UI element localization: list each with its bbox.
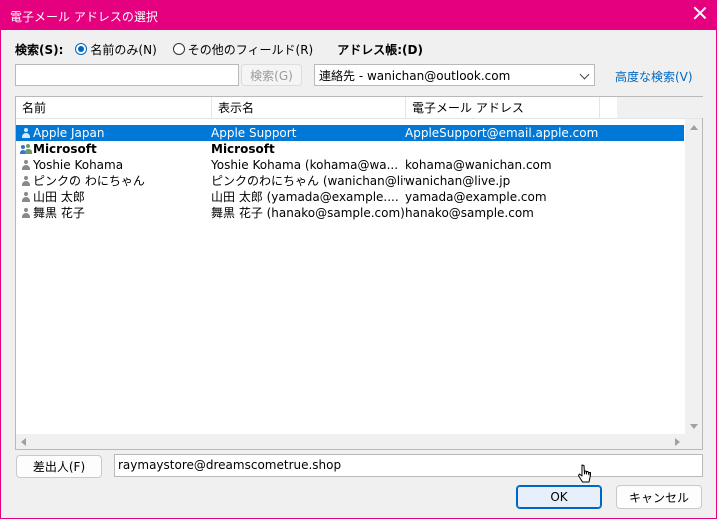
- table-row[interactable]: Apple Japan Apple Support AppleSupport@e…: [16, 125, 684, 141]
- cell-name: 山田 太郎: [33, 190, 85, 204]
- cell-name: ピンクの わにちゃん: [33, 174, 145, 188]
- from-field[interactable]: raymaystore@dreamscometrue.shop: [114, 454, 703, 477]
- scrollbar-corner: [685, 434, 702, 449]
- person-icon: [21, 160, 31, 170]
- scroll-down-icon[interactable]: [690, 424, 698, 429]
- list-rows: Apple Japan Apple Support AppleSupport@e…: [16, 125, 684, 221]
- list-header: 名前 表示名 電子メール アドレス: [16, 97, 703, 119]
- vertical-scrollbar[interactable]: [685, 119, 702, 435]
- group-icon: [20, 144, 32, 154]
- table-row[interactable]: 舞黒 花子 舞黒 花子 (hanako@sample.com) hanako@s…: [16, 205, 684, 221]
- column-header-display[interactable]: 表示名: [212, 97, 406, 119]
- cell-email: AppleSupport@email.apple.com: [405, 126, 599, 140]
- table-row[interactable]: Microsoft Microsoft: [16, 141, 684, 157]
- cell-display: Apple Support: [211, 126, 297, 140]
- cell-display: Yoshie Kohama (kohama@wa...: [211, 158, 399, 172]
- cell-email: wanichan@live.jp: [405, 174, 511, 188]
- address-book-label: アドレス帳:(D): [337, 42, 423, 57]
- table-row[interactable]: Yoshie Kohama Yoshie Kohama (kohama@wa..…: [16, 157, 684, 173]
- cell-email: kohama@wanichan.com: [405, 158, 552, 172]
- scroll-left-icon[interactable]: [21, 438, 26, 446]
- scroll-right-icon[interactable]: [675, 438, 680, 446]
- chevron-down-icon[interactable]: [579, 69, 590, 80]
- cell-name: 舞黒 花子: [33, 206, 85, 220]
- dialog-window: 電子メール アドレスの選択 検索(S): 名前のみ(N) その他のフィールド(R…: [0, 0, 717, 519]
- person-icon: [21, 176, 31, 186]
- title-bar: 電子メール アドレスの選択: [0, 0, 717, 30]
- cell-name: Microsoft: [33, 142, 97, 156]
- search-options-row: 検索(S): 名前のみ(N) その他のフィールド(R) アドレス帳:(D): [15, 40, 423, 58]
- close-icon[interactable]: [693, 6, 707, 20]
- person-icon: [21, 192, 31, 202]
- column-header-name[interactable]: 名前: [16, 97, 212, 119]
- cell-name: Yoshie Kohama: [33, 158, 124, 172]
- table-row[interactable]: 山田 太郎 山田 太郎 (yamada@example.... yamada@e…: [16, 189, 684, 205]
- column-header-email[interactable]: 電子メール アドレス: [406, 97, 600, 119]
- dialog-client: 検索(S): 名前のみ(N) その他のフィールド(R) アドレス帳:(D) 検索…: [1, 30, 716, 518]
- person-icon: [21, 128, 31, 138]
- address-book-dropdown[interactable]: 連絡先 - wanichan@outlook.com: [314, 64, 595, 86]
- header-filler: [617, 97, 703, 118]
- cell-display: Microsoft: [211, 142, 275, 156]
- cell-email: yamada@example.com: [405, 190, 547, 204]
- search-button[interactable]: 検索(G): [241, 64, 302, 86]
- cancel-button[interactable]: キャンセル: [616, 485, 702, 509]
- address-book-value: 連絡先 - wanichan@outlook.com: [319, 68, 511, 83]
- cell-display: ピンクのわにちゃん (wanichan@live...: [211, 174, 405, 188]
- table-row[interactable]: ピンクの わにちゃん ピンクのわにちゃん (wanichan@live... w…: [16, 173, 684, 189]
- cell-display: 山田 太郎 (yamada@example....: [211, 190, 399, 204]
- search-label: 検索(S):: [15, 42, 64, 57]
- contact-list: 名前 表示名 電子メール アドレス Apple Japan Apple Supp…: [15, 96, 703, 450]
- radio-unselected-icon[interactable]: [172, 43, 185, 55]
- radio-other-fields-label: その他のフィールド(R): [187, 42, 314, 57]
- horizontal-scrollbar[interactable]: [16, 434, 685, 449]
- radio-name-only[interactable]: 名前のみ(N): [75, 41, 157, 58]
- window-title: 電子メール アドレスの選択: [10, 10, 158, 24]
- advanced-search-link[interactable]: 高度な検索(V): [615, 68, 693, 85]
- ok-button[interactable]: OK: [516, 485, 602, 509]
- radio-other-fields[interactable]: その他のフィールド(R): [172, 41, 314, 58]
- person-icon: [21, 208, 31, 218]
- radio-selected-icon[interactable]: [75, 43, 88, 55]
- cell-email: hanako@sample.com: [405, 206, 534, 220]
- mouse-cursor-icon: [578, 464, 591, 483]
- radio-name-only-label: 名前のみ(N): [90, 42, 157, 57]
- search-input[interactable]: [15, 64, 239, 86]
- from-button[interactable]: 差出人(F): [16, 455, 102, 478]
- cell-name: Apple Japan: [33, 126, 105, 140]
- cell-display: 舞黒 花子 (hanako@sample.com): [211, 206, 405, 220]
- scroll-up-icon[interactable]: [690, 125, 698, 130]
